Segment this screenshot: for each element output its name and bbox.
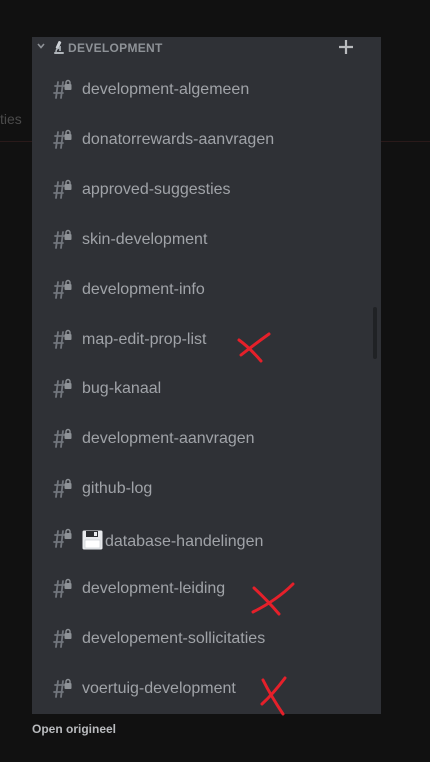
- locked-text-channel-icon: [50, 528, 74, 550]
- channel-name: map-edit-prop-list: [82, 331, 206, 349]
- channel-name: development-aanvragen: [82, 430, 255, 448]
- channel-name: database-handelingen: [82, 530, 263, 551]
- channel-name-text: skin-development: [82, 231, 208, 248]
- locked-text-channel-icon: [50, 578, 74, 600]
- locked-text-channel-icon: [50, 678, 74, 700]
- locked-text-channel-icon: [50, 628, 74, 650]
- channel-name: development-algemeen: [82, 81, 249, 99]
- channel-item[interactable]: donatorrewards-aanvragen: [32, 123, 381, 157]
- channel-item[interactable]: database-handelingen: [32, 522, 381, 556]
- channel-name-text: donatorrewards-aanvragen: [82, 131, 275, 148]
- locked-text-channel-icon: [50, 129, 74, 151]
- scrollbar-thumb[interactable]: [373, 307, 377, 359]
- locked-text-channel-icon: [50, 329, 74, 351]
- channel-name-text: approved-suggesties: [82, 181, 231, 198]
- chevron-down-icon: [37, 43, 45, 49]
- channel-item[interactable]: voertuig-development: [32, 672, 381, 706]
- channel-item[interactable]: approved-suggesties: [32, 173, 381, 207]
- channel-name-text: development-algemeen: [82, 81, 250, 98]
- channel-name: skin-development: [82, 231, 207, 249]
- channel-name: voertuig-development: [82, 680, 236, 698]
- channel-name-text: map-edit-prop-list: [82, 331, 207, 348]
- channel-item[interactable]: development-aanvragen: [32, 422, 381, 456]
- channel-list-panel: DEVELOPMENT development-algemeen donatorr…: [32, 37, 381, 714]
- channel-item[interactable]: map-edit-prop-list: [32, 323, 381, 357]
- floppy-disk-icon: [82, 530, 105, 550]
- channel-item[interactable]: development-info: [32, 273, 381, 307]
- channel-name-text: bug-kanaal: [82, 380, 162, 397]
- locked-text-channel-icon: [50, 229, 74, 251]
- channel-name-text: github-log: [82, 480, 153, 497]
- channel-name: approved-suggesties: [82, 181, 231, 199]
- plus-icon[interactable]: [337, 38, 355, 56]
- locked-text-channel-icon: [50, 279, 74, 301]
- screenshot-stage: ties DEVELOPMENT development-algemeen don…: [0, 0, 430, 762]
- channel-name: development-leiding: [82, 580, 225, 598]
- channel-item[interactable]: development-algemeen: [32, 73, 381, 107]
- locked-text-channel-icon: [50, 378, 74, 400]
- channel-item[interactable]: bug-kanaal: [32, 372, 381, 406]
- category-header[interactable]: DEVELOPMENT: [32, 37, 381, 59]
- microscope-icon: [54, 41, 64, 54]
- channel-name: development-info: [82, 281, 205, 299]
- locked-text-channel-icon: [50, 179, 74, 201]
- channel-name-text: development-leiding: [82, 580, 226, 597]
- channel-name-text: development-aanvragen: [82, 430, 255, 447]
- channel-name-text: developement-sollicitaties: [82, 630, 266, 647]
- locked-text-channel-icon: [50, 79, 74, 101]
- channel-name: donatorrewards-aanvragen: [82, 131, 274, 149]
- channel-item[interactable]: developement-sollicitaties: [32, 622, 381, 656]
- channel-name-text: database-handelingen: [105, 533, 264, 550]
- channel-name: developement-sollicitaties: [82, 630, 265, 648]
- category-name: DEVELOPMENT: [68, 41, 163, 55]
- locked-text-channel-icon: [50, 478, 74, 500]
- locked-text-channel-icon: [50, 428, 74, 450]
- channel-item[interactable]: github-log: [32, 472, 381, 506]
- channel-name: github-log: [82, 480, 152, 498]
- background-partial-text: ties: [0, 111, 22, 127]
- channel-name: bug-kanaal: [82, 380, 161, 398]
- channel-item[interactable]: skin-development: [32, 223, 381, 257]
- channel-name-text: voertuig-development: [82, 680, 236, 697]
- open-original-link[interactable]: Open origineel: [32, 722, 116, 736]
- channel-name-text: development-info: [82, 281, 205, 298]
- channel-item[interactable]: development-leiding: [32, 572, 381, 606]
